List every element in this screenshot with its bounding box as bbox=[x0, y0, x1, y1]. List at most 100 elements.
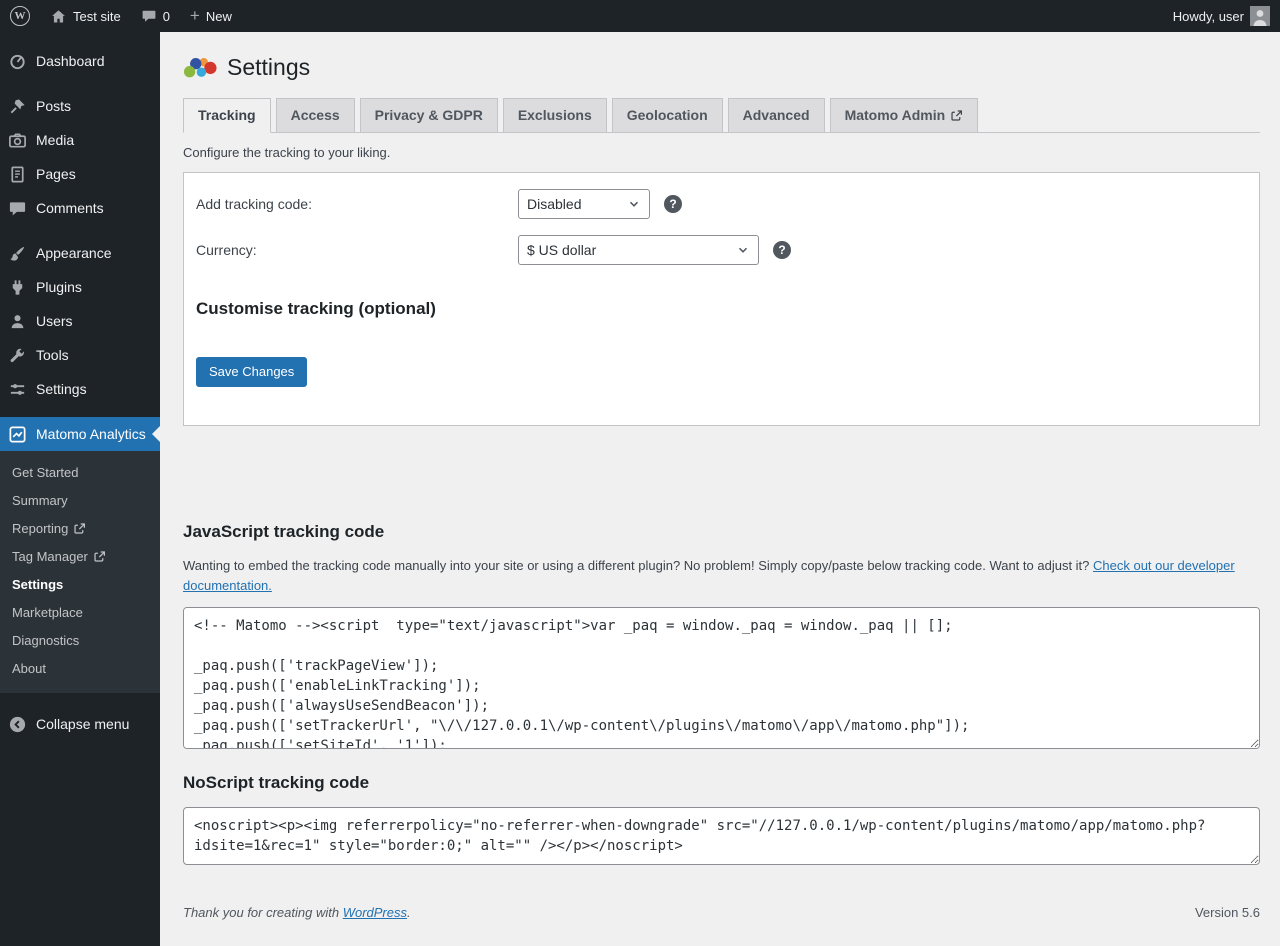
currency-label: Currency: bbox=[196, 242, 518, 258]
comments-count: 0 bbox=[163, 9, 170, 24]
new-label: New bbox=[206, 9, 232, 24]
tracking-code-label: Add tracking code: bbox=[196, 196, 518, 212]
currency-row: Currency: $ US dollar ? bbox=[196, 219, 1247, 265]
sidebar-item-media[interactable]: Media bbox=[0, 123, 160, 157]
submenu-item-diagnostics[interactable]: Diagnostics bbox=[0, 627, 160, 655]
sidebar-item-label: Posts bbox=[36, 98, 71, 114]
sidebar-item-settings[interactable]: Settings bbox=[0, 372, 160, 406]
chevron-down-icon bbox=[627, 197, 641, 211]
customise-tracking-heading: Customise tracking (optional) bbox=[196, 299, 1247, 319]
external-link-icon bbox=[950, 109, 963, 122]
home-icon bbox=[50, 8, 67, 25]
tracking-code-select[interactable]: Disabled bbox=[518, 189, 650, 219]
plus-icon: + bbox=[190, 7, 200, 24]
help-icon[interactable]: ? bbox=[773, 241, 791, 259]
tab-privacy-gdpr[interactable]: Privacy & GDPR bbox=[360, 98, 498, 133]
menu-separator bbox=[0, 406, 160, 417]
comments-shortcut[interactable]: 0 bbox=[131, 0, 180, 32]
tab-exclusions[interactable]: Exclusions bbox=[503, 98, 607, 133]
sidebar-item-users[interactable]: Users bbox=[0, 304, 160, 338]
tab-matomo-admin[interactable]: Matomo Admin bbox=[830, 98, 979, 133]
submenu-item-about[interactable]: About bbox=[0, 655, 160, 683]
sliders-icon bbox=[8, 380, 27, 399]
matomo-logo-icon bbox=[183, 54, 217, 80]
tracking-code-value: Disabled bbox=[527, 196, 581, 212]
sidebar-item-comments[interactable]: Comments bbox=[0, 191, 160, 225]
page-title: Settings bbox=[183, 52, 1260, 82]
camera-icon bbox=[8, 131, 27, 150]
submenu-item-get-started[interactable]: Get Started bbox=[0, 459, 160, 487]
external-link-icon bbox=[93, 550, 106, 563]
sidebar-item-posts[interactable]: Posts bbox=[0, 89, 160, 123]
submenu-item-marketplace[interactable]: Marketplace bbox=[0, 599, 160, 627]
collapse-arrow-icon bbox=[8, 715, 27, 734]
noscript-tracking-code-heading: NoScript tracking code bbox=[183, 773, 1260, 793]
collapse-menu-button[interactable]: Collapse menu bbox=[0, 707, 160, 741]
sidebar-item-tools[interactable]: Tools bbox=[0, 338, 160, 372]
sidebar-item-label: Pages bbox=[36, 166, 76, 182]
tab-tracking[interactable]: Tracking bbox=[183, 98, 271, 133]
footer-thanks: Thank you for creating with WordPress. bbox=[183, 905, 411, 920]
menu-separator bbox=[0, 78, 160, 89]
tracking-settings-panel: Add tracking code: Disabled ? Currency: … bbox=[183, 172, 1260, 426]
pushpin-icon bbox=[8, 97, 27, 116]
footer-version: Version 5.6 bbox=[1195, 905, 1260, 920]
new-content-button[interactable]: + New bbox=[180, 0, 242, 32]
sidebar-item-label: Appearance bbox=[36, 245, 112, 261]
submenu-item-settings[interactable]: Settings bbox=[0, 571, 160, 599]
submenu-item-reporting[interactable]: Reporting bbox=[0, 515, 160, 543]
my-account-link[interactable]: Howdy, user bbox=[1163, 0, 1280, 32]
admin-bar: W Test site 0 + New Howdy, user bbox=[0, 0, 1280, 32]
comment-bubble-icon bbox=[8, 199, 27, 218]
tab-access[interactable]: Access bbox=[276, 98, 355, 133]
chevron-down-icon bbox=[736, 243, 750, 257]
sidebar-item-matomo-analytics[interactable]: Matomo Analytics bbox=[0, 417, 160, 451]
settings-tabs: Tracking Access Privacy & GDPR Exclusion… bbox=[183, 98, 1260, 133]
main-content: Settings Tracking Access Privacy & GDPR … bbox=[160, 0, 1280, 946]
submenu-item-summary[interactable]: Summary bbox=[0, 487, 160, 515]
brush-icon bbox=[8, 244, 27, 263]
admin-bar-left: W Test site 0 + New bbox=[0, 0, 242, 32]
site-name-link[interactable]: Test site bbox=[40, 0, 131, 32]
save-changes-button[interactable]: Save Changes bbox=[196, 357, 307, 387]
sidebar-item-label: Media bbox=[36, 132, 74, 148]
sidebar-item-label: Tools bbox=[36, 347, 69, 363]
wordpress-link[interactable]: WordPress bbox=[343, 905, 407, 920]
avatar bbox=[1250, 6, 1270, 26]
sidebar-item-appearance[interactable]: Appearance bbox=[0, 236, 160, 270]
help-icon[interactable]: ? bbox=[664, 195, 682, 213]
js-tracking-description-text: Wanting to embed the tracking code manua… bbox=[183, 558, 1093, 573]
tab-advanced[interactable]: Advanced bbox=[728, 98, 825, 133]
currency-select[interactable]: $ US dollar bbox=[518, 235, 759, 265]
footer: Thank you for creating with WordPress. V… bbox=[183, 905, 1260, 920]
sidebar-item-label: Matomo Analytics bbox=[36, 426, 146, 442]
sidebar-item-plugins[interactable]: Plugins bbox=[0, 270, 160, 304]
footer-thanks-suffix: . bbox=[407, 905, 411, 920]
collapse-menu-label: Collapse menu bbox=[36, 716, 129, 732]
external-link-icon bbox=[73, 522, 86, 535]
noscript-tracking-code-textarea[interactable]: <noscript><p><img referrerpolicy="no-ref… bbox=[183, 807, 1260, 865]
site-name-label: Test site bbox=[73, 9, 121, 24]
howdy-label: Howdy, user bbox=[1173, 9, 1244, 24]
pages-icon bbox=[8, 165, 27, 184]
sidebar-item-label: Users bbox=[36, 313, 73, 329]
wordpress-logo-icon: W bbox=[10, 6, 30, 26]
page-title-text: Settings bbox=[227, 52, 310, 82]
js-tracking-code-heading: JavaScript tracking code bbox=[183, 522, 1260, 542]
matomo-chart-icon bbox=[8, 425, 27, 444]
wordpress-menu-button[interactable]: W bbox=[0, 0, 40, 32]
js-tracking-code-textarea[interactable]: <!-- Matomo --><script type="text/javasc… bbox=[183, 607, 1260, 749]
submenu-item-tag-manager[interactable]: Tag Manager bbox=[0, 543, 160, 571]
sidebar-item-pages[interactable]: Pages bbox=[0, 157, 160, 191]
sidebar-item-label: Settings bbox=[36, 381, 87, 397]
tracking-code-row: Add tracking code: Disabled ? bbox=[196, 173, 1247, 219]
matomo-submenu: Get Started Summary Reporting Tag Manage… bbox=[0, 451, 160, 693]
sidebar-item-label: Dashboard bbox=[36, 53, 105, 69]
dashboard-icon bbox=[8, 52, 27, 71]
tab-geolocation[interactable]: Geolocation bbox=[612, 98, 723, 133]
footer-thanks-text: Thank you for creating with bbox=[183, 905, 343, 920]
person-icon bbox=[8, 312, 27, 331]
sidebar-item-dashboard[interactable]: Dashboard bbox=[0, 44, 160, 78]
plug-icon bbox=[8, 278, 27, 297]
sidebar-item-label: Plugins bbox=[36, 279, 82, 295]
